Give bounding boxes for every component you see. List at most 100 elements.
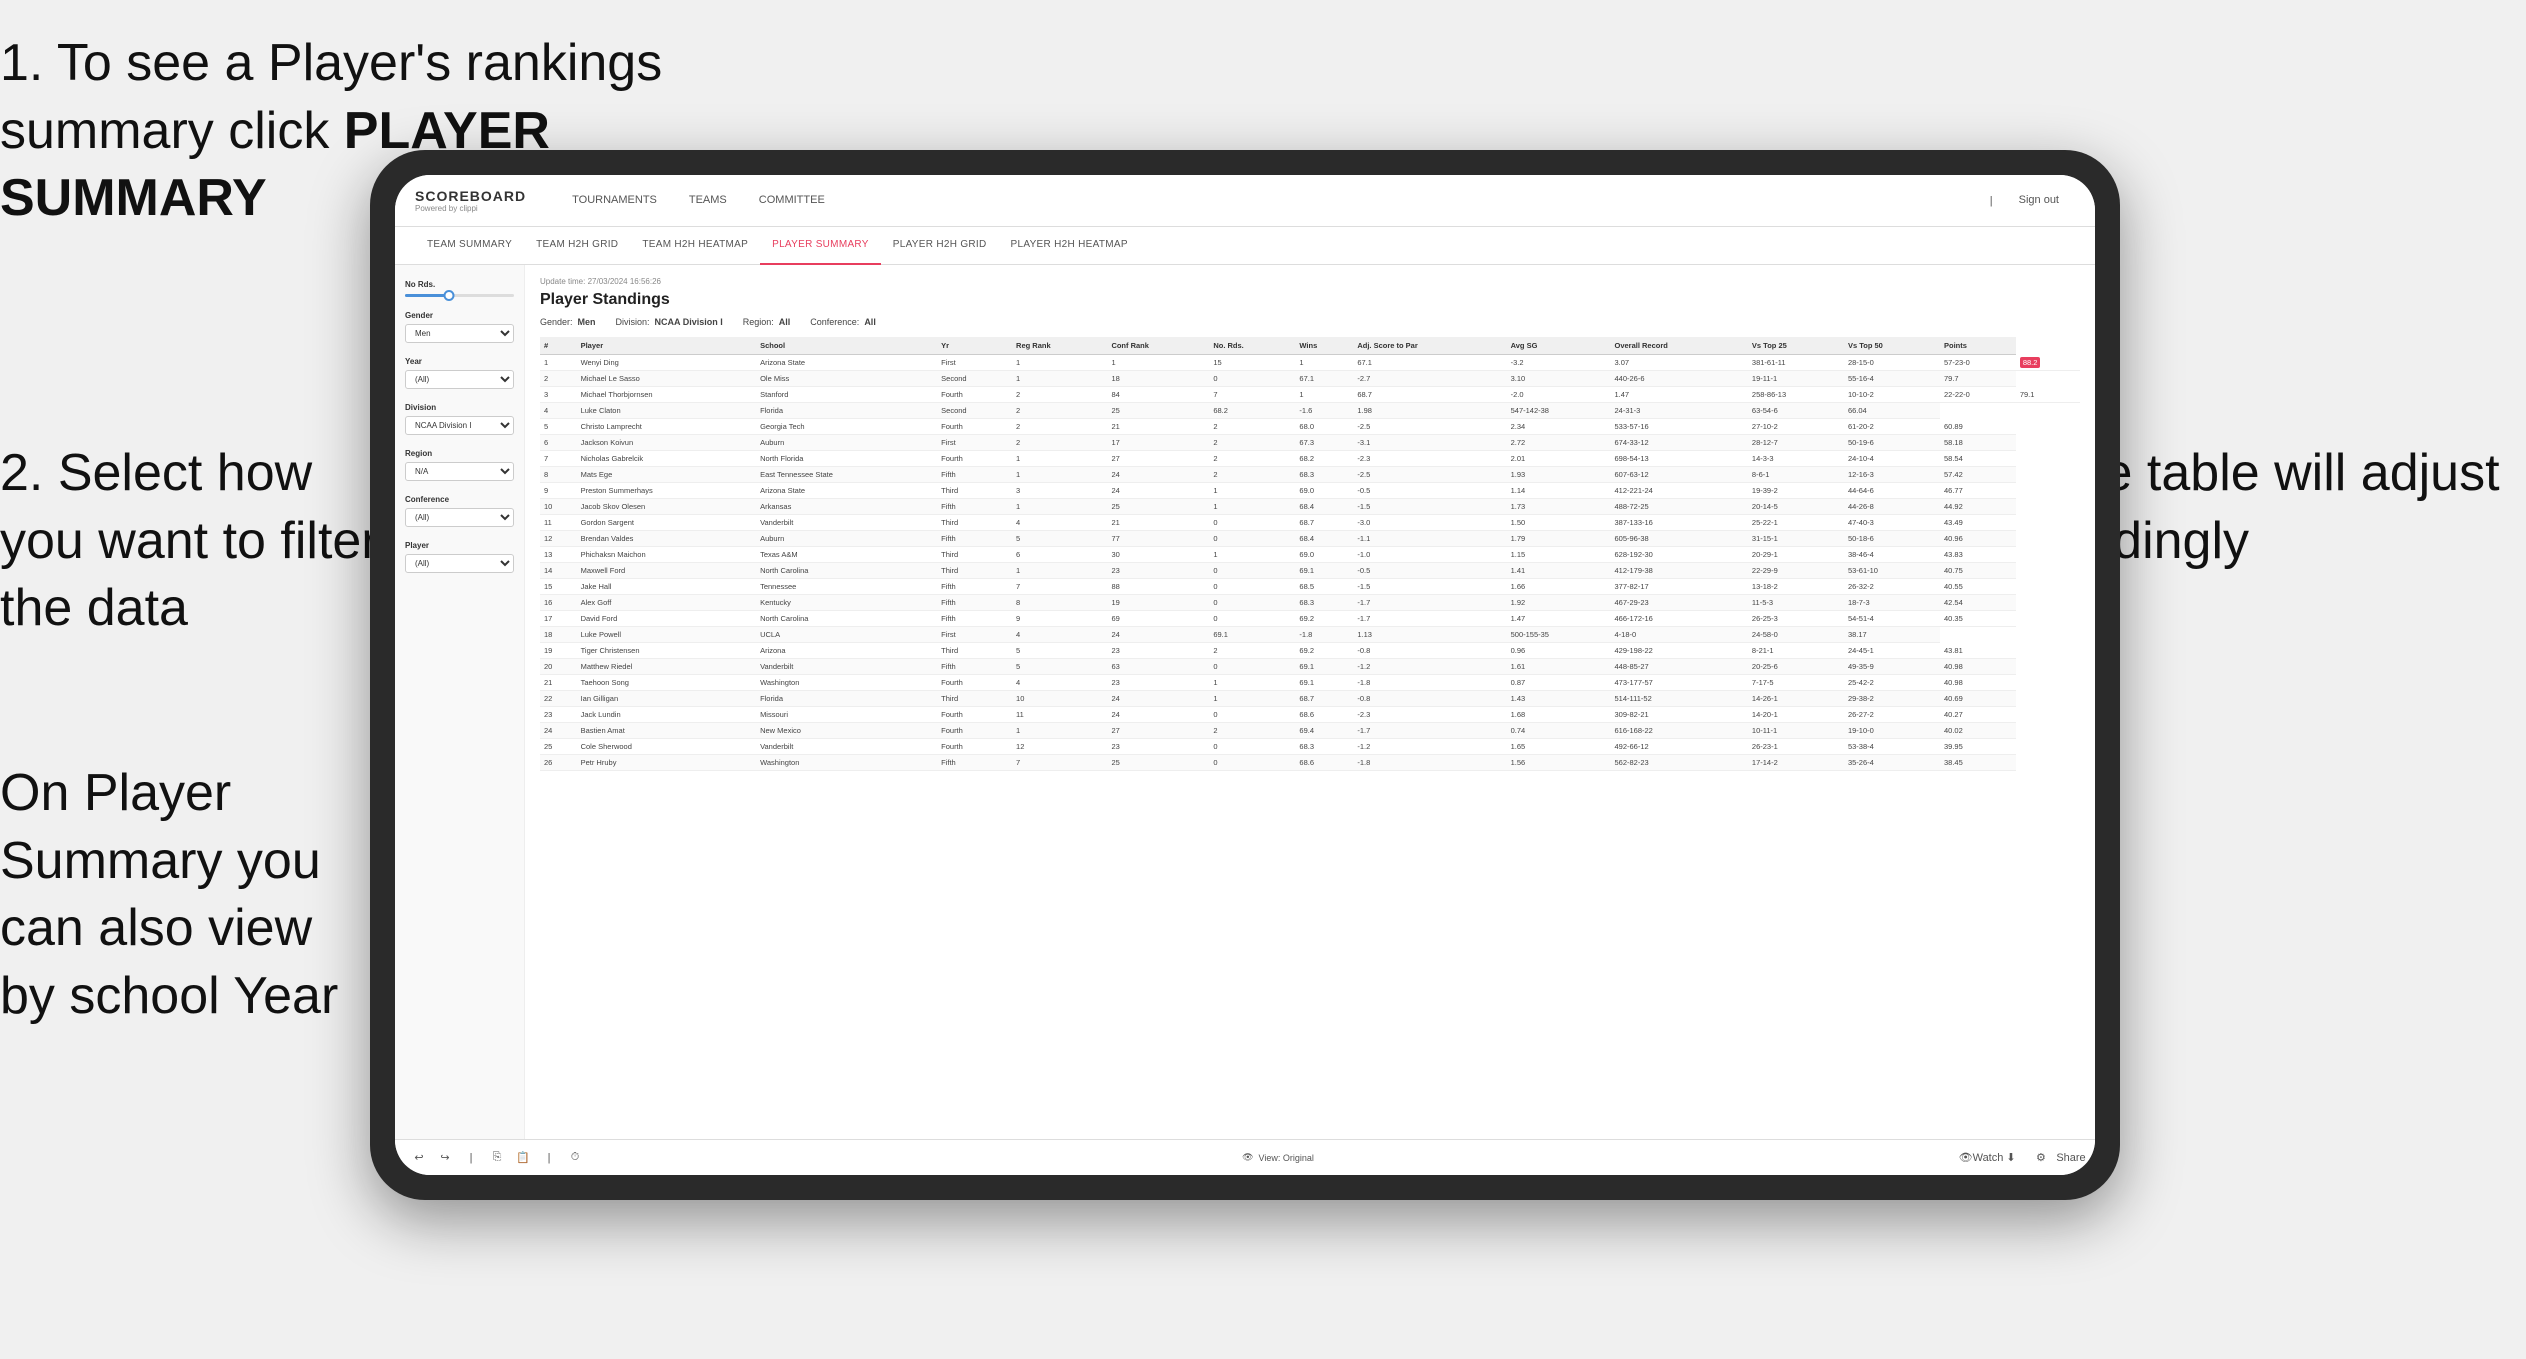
sidebar-no-rds: No Rds.	[405, 280, 514, 297]
table-row: 9Preston SummerhaysArizona StateThird324…	[540, 483, 2080, 499]
slider-area[interactable]	[405, 294, 514, 297]
table-cell: 466-172-16	[1610, 611, 1747, 627]
table-cell: 25-42-2	[1844, 675, 1940, 691]
table-cell: 40.75	[1940, 563, 2016, 579]
settings-icon[interactable]: ⚙	[2032, 1149, 2050, 1167]
table-row: 7Nicholas GabrelcikNorth FloridaFourth12…	[540, 451, 2080, 467]
subnav-player-h2h-heatmap[interactable]: PLAYER H2H HEATMAP	[999, 227, 1140, 265]
table-cell: 67.1	[1295, 371, 1353, 387]
player-select[interactable]: (All)	[405, 554, 514, 573]
conference-select[interactable]: (All)	[405, 508, 514, 527]
nav-teams[interactable]: TEAMS	[673, 175, 743, 227]
sign-out-link[interactable]: Sign out	[2003, 175, 2075, 227]
table-cell: 68.3	[1295, 595, 1353, 611]
watch-area[interactable]: 👁 Watch	[1972, 1149, 1990, 1167]
table-cell: -0.5	[1353, 483, 1506, 499]
slider-thumb[interactable]	[443, 290, 454, 301]
nav-tournaments[interactable]: TOURNAMENTS	[556, 175, 673, 227]
table-cell: 84	[1107, 387, 1209, 403]
table-row: 19Tiger ChristensenArizonaThird523269.2-…	[540, 643, 2080, 659]
table-cell: 69.2	[1295, 643, 1353, 659]
table-body: 1Wenyi DingArizona StateFirst1115167.1-3…	[540, 355, 2080, 771]
table-cell: 68.7	[1295, 515, 1353, 531]
table-cell: 47-40-3	[1844, 515, 1940, 531]
table-cell: Washington	[756, 755, 937, 771]
table-cell: 22-22-0	[1940, 387, 2016, 403]
table-cell: Third	[937, 547, 1012, 563]
table-cell: Third	[937, 515, 1012, 531]
table-cell: 21	[1107, 515, 1209, 531]
subnav-team-h2h-heatmap[interactable]: TEAM H2H HEATMAP	[630, 227, 760, 265]
table-cell: 1.47	[1507, 611, 1611, 627]
table-cell: 40.98	[1940, 659, 2016, 675]
table-cell: 2	[1209, 723, 1295, 739]
redo-icon[interactable]: ↪	[436, 1149, 454, 1167]
table-row: 23Jack LundinMissouriFourth1124068.6-2.3…	[540, 707, 2080, 723]
table-cell: 2	[1209, 451, 1295, 467]
table-cell: 68.7	[1295, 691, 1353, 707]
table-cell: Arizona State	[756, 483, 937, 499]
table-cell: Fifth	[937, 755, 1012, 771]
table-cell: 28-12-7	[1748, 435, 1844, 451]
table-cell: 7	[1012, 579, 1107, 595]
table-cell: 68.7	[1353, 387, 1506, 403]
toolbar-left: ↩ ↪ | ⎘ 📋 | ⏱	[410, 1149, 584, 1167]
paste-icon[interactable]: 📋	[514, 1149, 532, 1167]
table-cell: Fourth	[937, 739, 1012, 755]
subnav-team-summary[interactable]: TEAM SUMMARY	[415, 227, 524, 265]
update-time: Update time: 27/03/2024 16:56:26	[540, 277, 2080, 286]
table-cell: 23	[1107, 739, 1209, 755]
table-cell: -0.8	[1353, 643, 1506, 659]
table-cell: Fourth	[937, 675, 1012, 691]
subnav-player-h2h-grid[interactable]: PLAYER H2H GRID	[881, 227, 999, 265]
table-cell: 50-19-6	[1844, 435, 1940, 451]
table-cell: 448-85-27	[1610, 659, 1747, 675]
watch-label[interactable]: Watch	[1973, 1152, 2004, 1164]
table-cell: Vanderbilt	[756, 739, 937, 755]
table-row: 6Jackson KoivunAuburnFirst217267.3-3.12.…	[540, 435, 2080, 451]
table-cell: -0.5	[1353, 563, 1506, 579]
table-cell: -2.7	[1353, 371, 1506, 387]
table-cell: -1.2	[1353, 659, 1506, 675]
table-cell: 0	[1209, 371, 1295, 387]
table-row: 2Michael Le SassoOle MissSecond118067.1-…	[540, 371, 2080, 387]
subnav-team-h2h-grid[interactable]: TEAM H2H GRID	[524, 227, 630, 265]
undo-icon[interactable]: ↩	[410, 1149, 428, 1167]
share-label[interactable]: Share	[2056, 1152, 2085, 1164]
table-cell: 1	[540, 355, 577, 371]
download-icon[interactable]: ⬇	[2002, 1149, 2020, 1167]
table-cell: 1	[1209, 675, 1295, 691]
view-label[interactable]: View: Original	[1259, 1153, 1314, 1163]
table-cell: 27	[1107, 723, 1209, 739]
table-cell: Preston Summerhays	[577, 483, 756, 499]
table-cell: 18	[1107, 371, 1209, 387]
copy-icon[interactable]: ⎘	[488, 1149, 506, 1167]
table-cell: New Mexico	[756, 723, 937, 739]
share-area[interactable]: Share	[2062, 1149, 2080, 1167]
nav-committee[interactable]: COMMITTEE	[743, 175, 841, 227]
table-cell: 24	[540, 723, 577, 739]
table-row: 17David FordNorth CarolinaFifth969069.2-…	[540, 611, 2080, 627]
table-cell: Arizona	[756, 643, 937, 659]
table-cell: Stanford	[756, 387, 937, 403]
table-cell: 68.5	[1295, 579, 1353, 595]
table-cell: -2.0	[1507, 387, 1611, 403]
gender-select[interactable]: Men	[405, 324, 514, 343]
table-cell: 674-33-12	[1610, 435, 1747, 451]
table-cell: 9	[540, 483, 577, 499]
table-cell: 7	[1209, 387, 1295, 403]
table-cell: 10-11-1	[1748, 723, 1844, 739]
region-select[interactable]: N/A	[405, 462, 514, 481]
table-cell: 1.68	[1507, 707, 1611, 723]
table-cell: 17	[1107, 435, 1209, 451]
table-cell: UCLA	[756, 627, 937, 643]
division-select[interactable]: NCAA Division I	[405, 416, 514, 435]
table-cell: 58.54	[1940, 451, 2016, 467]
year-select[interactable]: (All)	[405, 370, 514, 389]
subnav-player-summary[interactable]: PLAYER SUMMARY	[760, 227, 881, 265]
table-cell: 11-5-3	[1748, 595, 1844, 611]
table-cell: 38-46-4	[1844, 547, 1940, 563]
table-cell: 605-96-38	[1610, 531, 1747, 547]
clock-icon[interactable]: ⏱	[566, 1149, 584, 1167]
table-cell: 1	[1209, 691, 1295, 707]
